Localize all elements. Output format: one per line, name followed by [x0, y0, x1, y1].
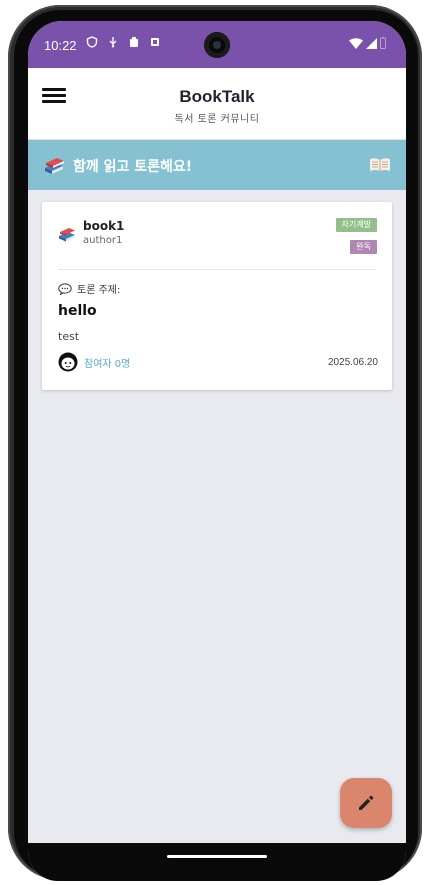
vpn-shield-icon — [86, 36, 98, 48]
usb-icon — [109, 37, 117, 48]
topic-label-row: 토론 주제: — [58, 281, 120, 296]
navigation-bar — [28, 843, 406, 881]
open-book-icon — [370, 158, 390, 171]
card-divider — [58, 269, 376, 270]
app-title: BookTalk — [179, 87, 255, 106]
participants-row: 참여자 0명 — [58, 352, 130, 372]
topic-title: hello — [58, 303, 97, 319]
books-stack-icon — [59, 228, 75, 242]
banner-text: 함께 읽고 토론해요! — [73, 159, 193, 175]
books-stack-icon — [45, 158, 64, 174]
home-indicator[interactable] — [167, 855, 267, 858]
status-icons-right — [349, 37, 386, 49]
welcome-banner: 함께 읽고 토론해요! — [28, 140, 406, 190]
status-bar: 10:22 — [28, 21, 406, 68]
category-tag: 자기계발 — [335, 218, 377, 232]
pencil-icon — [359, 795, 374, 810]
discussion-card[interactable]: book1 author1 자기계발 완독 토론 주제: hello test … — [42, 202, 392, 390]
book-title: book1 — [83, 219, 125, 233]
signal-icon — [366, 37, 377, 49]
status-time: 10:22 — [44, 38, 77, 53]
topic-label: 토론 주제: — [77, 285, 121, 296]
app-subtitle: 독서 토론 커뮤니티 — [174, 114, 260, 125]
front-camera — [204, 32, 230, 58]
status-icons-left — [86, 36, 161, 48]
topic-description: test — [58, 330, 80, 343]
card-date: 2025.06.20 — [327, 357, 378, 368]
speech-bubble-icon — [58, 282, 72, 295]
battery-icon — [380, 37, 386, 49]
screen: 10:22 BookTalk 독서 토론 커뮤니티 함께 읽고 토론해요! bo… — [28, 21, 406, 881]
status-tag: 완독 — [350, 240, 377, 254]
clipboard-icon — [130, 37, 138, 47]
write-fab-button[interactable] — [340, 778, 392, 828]
sim-card-icon — [151, 38, 159, 46]
person-avatar-icon — [58, 352, 78, 372]
wifi-icon — [349, 37, 363, 49]
app-bar: BookTalk 독서 토론 커뮤니티 — [28, 68, 406, 140]
book-author: author1 — [83, 235, 123, 246]
participants-count: 참여자 0명 — [84, 358, 131, 370]
